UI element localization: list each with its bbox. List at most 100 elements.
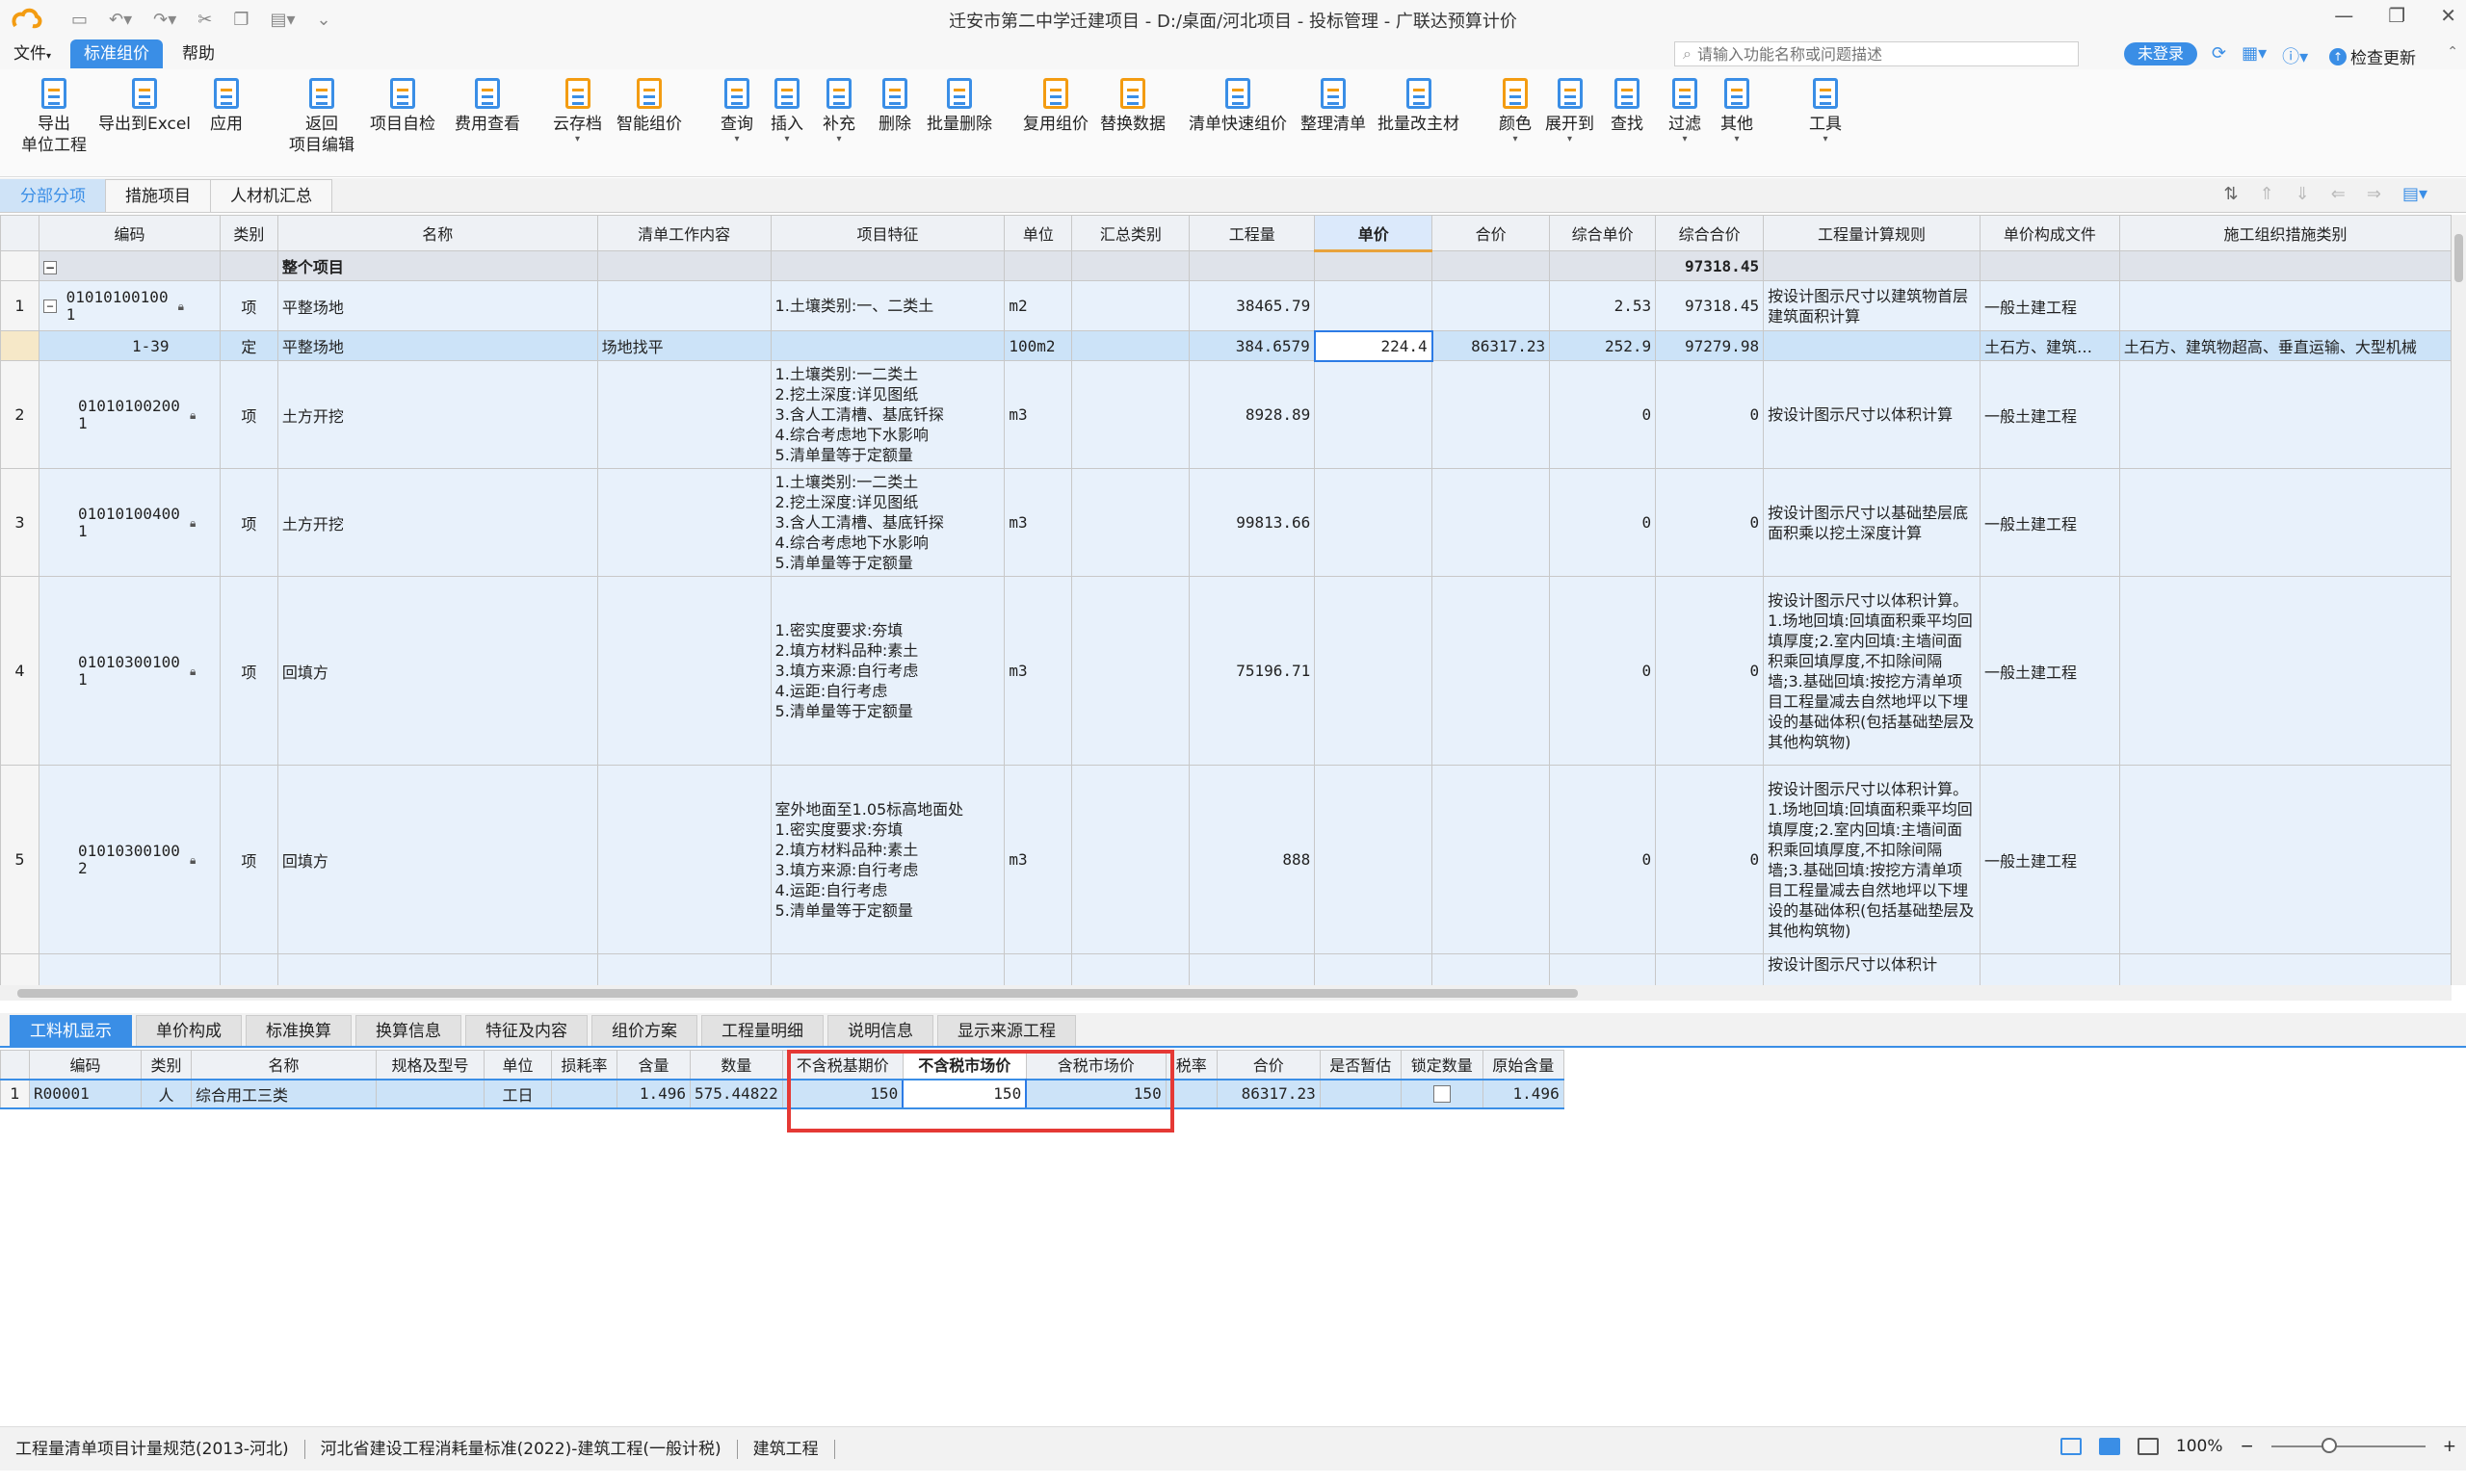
cell-rule[interactable] — [1763, 330, 1981, 361]
vertical-scrollbar[interactable] — [2452, 215, 2466, 985]
minimize-icon[interactable]: — — [2334, 4, 2353, 27]
layout-single-icon[interactable] — [2059, 1438, 2082, 1455]
col-taxed-price[interactable]: 含税市场价 — [1025, 1050, 1167, 1080]
tab-pricing-plan[interactable]: 组价方案 — [591, 1015, 697, 1046]
tab-conversion-info[interactable]: 换算信息 — [355, 1015, 461, 1046]
zoom-knob[interactable] — [2321, 1438, 2337, 1453]
cell-price-file[interactable]: 一般土建工程 — [1979, 280, 2120, 331]
col-tax-rate[interactable]: 税率 — [1165, 1050, 1218, 1080]
cell-unit-price[interactable] — [1314, 360, 1433, 469]
cell-measure[interactable] — [2118, 765, 2452, 954]
delete-button[interactable]: 删除 — [879, 77, 911, 135]
horizontal-scrollbar[interactable] — [0, 985, 2452, 1001]
cell-name[interactable]: 土方开挖 — [276, 468, 598, 577]
query-button[interactable]: 查询 ▾ — [721, 77, 753, 144]
cell-price-file[interactable]: 一般土建工程 — [1979, 360, 2120, 469]
col-calc-rule[interactable]: 工程量计算规则 — [1763, 215, 1981, 251]
cell-rule[interactable]: 按设计图示尺寸以体积计算。1.场地回填:回填面积乘平均回填厚度;2.室内回填:主… — [1763, 765, 1981, 954]
cell-unit[interactable]: m3 — [1004, 360, 1073, 469]
cell-unit[interactable]: m3 — [1004, 468, 1073, 577]
batch-material-button[interactable]: 批量改主材 — [1377, 77, 1459, 135]
quick-price-button[interactable]: 清单快速组价 — [1189, 77, 1287, 135]
scroll-thumb[interactable] — [17, 989, 1578, 998]
cell-measure[interactable] — [2118, 576, 2452, 766]
info-icon[interactable]: ⓘ▾ — [2282, 43, 2308, 68]
cell-rule[interactable]: 按设计图示尺寸以建筑物首层建筑面积计算 — [1763, 280, 1981, 331]
find-button[interactable]: 查找 — [1611, 77, 1643, 135]
unit-price-editor[interactable]: 224.4 — [1313, 329, 1433, 362]
scroll-thumb[interactable] — [2454, 234, 2463, 282]
fee-view-button[interactable]: 费用查看 — [455, 77, 520, 135]
cell-rule[interactable]: 按设计图示尺寸以体积计 — [1763, 953, 1981, 985]
color-button[interactable]: 颜色 ▾ — [1499, 77, 1532, 144]
check-update-button[interactable]: ↑ 检查更新 — [2329, 44, 2416, 68]
col-composite-total[interactable]: 综合合价 — [1655, 215, 1765, 251]
customize-icon[interactable]: ⌄ — [317, 10, 331, 30]
cell-work[interactable] — [596, 360, 772, 469]
collapse-ribbon-icon[interactable]: ⌃ — [2447, 44, 2458, 60]
move-left-icon[interactable]: ⇐ — [2331, 184, 2346, 204]
table-row[interactable]: 按设计图示尺寸以体积计 — [0, 953, 2452, 985]
cell-measure[interactable] — [2118, 468, 2452, 577]
status-spec-quota[interactable]: 河北省建设工程消耗量标准(2022)-建筑工程(一般计税) — [305, 1439, 738, 1459]
move-top-icon[interactable]: ⇑ — [2260, 184, 2274, 204]
cell-quantity[interactable]: 38465.79 — [1189, 280, 1316, 331]
col-name[interactable]: 名称 — [191, 1050, 377, 1080]
cell-rule[interactable]: 按设计图示尺寸以体积计算。1.场地回填:回填面积乘平均回填厚度;2.室内回填:主… — [1763, 576, 1981, 766]
smart-price-button[interactable]: 智能组价 — [616, 77, 682, 135]
col-features[interactable]: 项目特征 — [770, 215, 1006, 251]
organize-list-button[interactable]: 整理清单 — [1300, 77, 1366, 135]
cell-tax[interactable] — [1165, 1078, 1218, 1109]
paste-icon[interactable]: ▤▾ — [271, 10, 296, 30]
copy-icon[interactable]: ❐ — [233, 10, 249, 30]
cell-rule[interactable]: 按设计图示尺寸以基础垫层底面积乘以挖土深度计算 — [1763, 468, 1981, 577]
cell-unit-price[interactable] — [1314, 765, 1433, 954]
col-spec[interactable]: 规格及型号 — [376, 1050, 485, 1080]
cell-price-file[interactable]: 一般土建工程 — [1979, 576, 2120, 766]
col-original-content[interactable]: 原始含量 — [1482, 1050, 1564, 1080]
cell-code[interactable]: 1-39 — [38, 330, 221, 361]
col-measure-type[interactable]: 施工组织措施类别 — [2118, 215, 2452, 251]
cell-loss[interactable] — [551, 1078, 617, 1109]
col-amount[interactable]: 合价 — [1431, 215, 1551, 251]
undo-icon[interactable]: ↶▾ — [109, 10, 132, 30]
table-row[interactable]: 3 010101004001 🔒︎ 项 土方开挖 1.土壤类别:一二类土 2.挖土… — [0, 468, 2452, 577]
col-lock-quantity[interactable]: 锁定数量 — [1400, 1050, 1483, 1080]
cell-unit[interactable]: m3 — [1004, 576, 1073, 766]
cell-quantity[interactable]: 575.44822 — [690, 1078, 783, 1109]
status-spec-list[interactable]: 工程量清单项目计量规范(2013-河北) — [0, 1439, 305, 1459]
cell-spec[interactable] — [376, 1078, 485, 1109]
tab-labor-material-display[interactable]: 工料机显示 — [10, 1015, 132, 1046]
cell-feature[interactable]: 1.土壤类别:一、二类土 — [770, 280, 1006, 331]
menu-file[interactable]: 文件▾ — [0, 39, 65, 68]
col-summary-type[interactable]: 汇总类别 — [1071, 215, 1191, 251]
col-total[interactable]: 合价 — [1216, 1050, 1321, 1080]
table-row-selected[interactable]: 1-39 定 平整场地 场地找平 100m2 384.6579 224.4 86… — [0, 329, 2452, 362]
cell-unit[interactable]: m2 — [1004, 280, 1073, 331]
cell-rule[interactable]: 按设计图示尺寸以体积计算 — [1763, 360, 1981, 469]
col-code[interactable]: 编码 — [38, 215, 221, 251]
apps-icon[interactable]: ▦▾ — [2242, 43, 2267, 68]
resource-row[interactable]: 1 R00001 人 综合用工三类 工日 1.496 575.44822 150… — [0, 1078, 1564, 1109]
lock-quantity-checkbox[interactable] — [1432, 1085, 1451, 1104]
cell-code[interactable]: R00001 — [29, 1078, 142, 1109]
restore-icon[interactable]: ❐ — [2388, 4, 2405, 27]
col-loss-rate[interactable]: 损耗率 — [551, 1050, 617, 1080]
collapse-icon[interactable]: − — [42, 299, 57, 313]
cell-feature[interactable]: 1.密实度要求:夯填 2.填方材料品种:素土 3.填方来源:自行考虑 4.运距:… — [770, 576, 1006, 766]
cell-measure[interactable] — [2118, 280, 2452, 331]
cell-unit-price[interactable] — [1314, 280, 1433, 331]
zoom-out-icon[interactable]: − — [2241, 1437, 2254, 1456]
col-quantity[interactable]: 数量 — [690, 1050, 783, 1080]
cell-measure[interactable]: 土石方、建筑物超高、垂直运输、大型机械 — [2118, 330, 2452, 361]
function-search[interactable]: ⌕ — [1674, 41, 2079, 66]
menu-standard-pricing[interactable]: 标准组价 — [70, 39, 164, 68]
save-icon[interactable]: ▭ — [71, 10, 88, 30]
cell-taxed-price[interactable]: 150 — [1025, 1078, 1167, 1109]
cell-price-file[interactable]: 一般土建工程 — [1979, 468, 2120, 577]
cell-unit-price[interactable] — [1314, 468, 1433, 577]
layout-split-icon[interactable] — [2098, 1438, 2120, 1455]
col-code[interactable]: 编码 — [29, 1050, 142, 1080]
col-price-file[interactable]: 单价构成文件 — [1979, 215, 2120, 251]
close-icon[interactable]: ✕ — [2440, 4, 2456, 27]
